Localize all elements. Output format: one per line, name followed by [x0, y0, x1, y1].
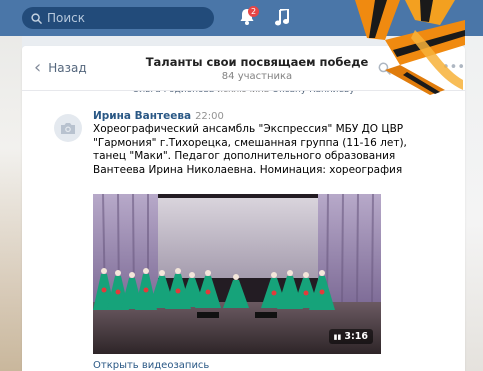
open-video-link[interactable]: Открыть видеозапись	[93, 360, 209, 371]
music-icon[interactable]	[275, 9, 289, 26]
search-icon	[31, 12, 42, 24]
background-photo-right	[465, 0, 483, 371]
message-time[interactable]: 22:00	[195, 111, 224, 122]
message-author[interactable]: Ирина Вантеева	[93, 110, 191, 122]
camera-icon	[61, 122, 75, 134]
back-label: Назад	[48, 61, 87, 75]
back-button[interactable]: ‹ Назад	[34, 57, 87, 78]
notification-badge: 2	[248, 6, 259, 17]
chevron-left-icon: ‹	[34, 57, 42, 78]
video-duration-value: 3:16	[344, 331, 368, 342]
message-text: Хореографический ансамбль "Экспрессия" М…	[93, 123, 407, 176]
search-input[interactable]: Поиск	[22, 7, 214, 29]
avatar[interactable]	[54, 114, 82, 142]
message-author-line: Ирина Вантеева 22:00	[93, 110, 224, 122]
signal-icon: ▮▮	[333, 333, 342, 341]
video-duration: ▮▮ 3:16	[328, 329, 373, 344]
st-george-ribbon-icon	[355, 0, 465, 95]
background-photo-left	[0, 0, 22, 371]
video-thumbnail[interactable]: ▮▮ 3:16	[93, 194, 381, 354]
search-placeholder: Поиск	[47, 11, 86, 25]
